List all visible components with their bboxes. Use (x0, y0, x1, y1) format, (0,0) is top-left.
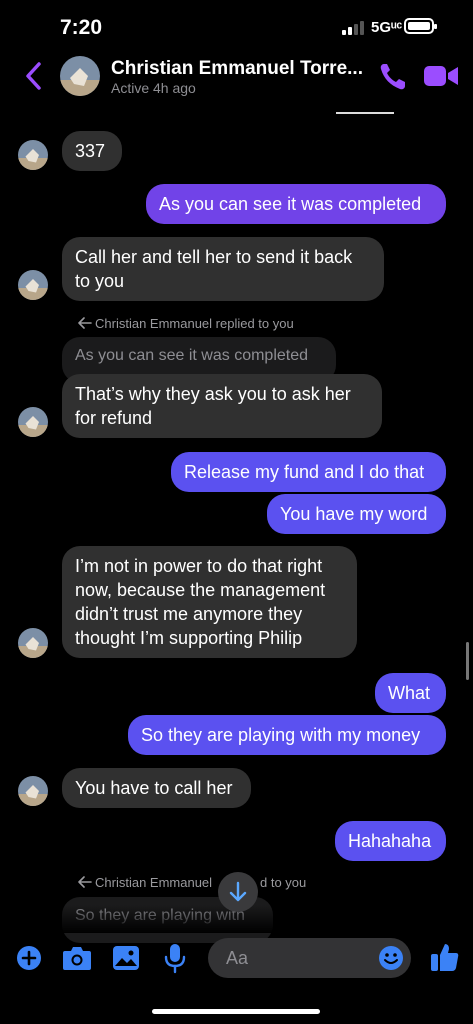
gallery-icon[interactable] (112, 944, 140, 972)
incoming-message[interactable]: 337 (62, 131, 122, 171)
emoji-icon[interactable] (378, 945, 404, 971)
message-avatar (18, 140, 48, 170)
battery-icon (404, 18, 437, 34)
message-avatar (18, 628, 48, 658)
scroll-to-bottom-button[interactable] (218, 872, 258, 912)
outgoing-message[interactable]: As you can see it was completed (146, 184, 446, 224)
video-call-icon[interactable] (424, 64, 458, 88)
incoming-message[interactable]: That’s why they ask you to ask her for r… (62, 374, 382, 438)
reply-arrow-icon (78, 876, 92, 888)
incoming-message[interactable]: You have to call her (62, 768, 251, 808)
network-type: 5Gᵘᶜ (371, 19, 403, 36)
home-indicator[interactable] (152, 1009, 320, 1014)
phone-call-icon[interactable] (378, 60, 408, 92)
outgoing-message[interactable]: You have my word (267, 494, 446, 534)
outgoing-message[interactable]: Hahahaha (335, 821, 446, 861)
back-chevron-icon[interactable] (22, 60, 44, 92)
outgoing-message[interactable]: Release my fund and I do that (171, 452, 446, 492)
status-time: 7:20 (60, 16, 103, 39)
header-divider (336, 112, 394, 114)
message-avatar (18, 407, 48, 437)
reply-label: Christian Emmanuel replied to you (95, 316, 294, 331)
message-avatar (18, 776, 48, 806)
avatar-photo-icon (18, 140, 48, 170)
incoming-message[interactable]: I’m not in power to do that right now, b… (62, 546, 357, 658)
outgoing-message[interactable]: So they are playing with my money (128, 715, 446, 755)
scrollbar[interactable] (466, 642, 469, 680)
reply-label-end: d to you (260, 875, 307, 890)
reply-label: Christian Emmanuel (95, 875, 213, 890)
incoming-message[interactable]: Call her and tell her to send it back to… (62, 237, 384, 301)
contact-name[interactable]: Christian Emmanuel Torre... (111, 58, 363, 80)
outgoing-message[interactable]: What (375, 673, 446, 713)
camera-icon[interactable] (62, 944, 92, 972)
reply-arrow-icon (78, 317, 92, 329)
microphone-icon[interactable] (163, 942, 187, 974)
avatar-photo-icon (18, 270, 48, 300)
avatar-photo-icon (18, 407, 48, 437)
avatar-photo-icon (18, 628, 48, 658)
avatar-photo-icon (60, 56, 100, 96)
cellular-signal-icon (342, 21, 364, 35)
contact-avatar[interactable] (60, 56, 100, 96)
plus-icon[interactable] (16, 945, 42, 971)
arrow-down-icon (229, 881, 247, 902)
thumbs-up-icon[interactable] (430, 941, 460, 973)
message-avatar (18, 270, 48, 300)
active-status: Active 4h ago (111, 80, 196, 96)
avatar-photo-icon (18, 776, 48, 806)
